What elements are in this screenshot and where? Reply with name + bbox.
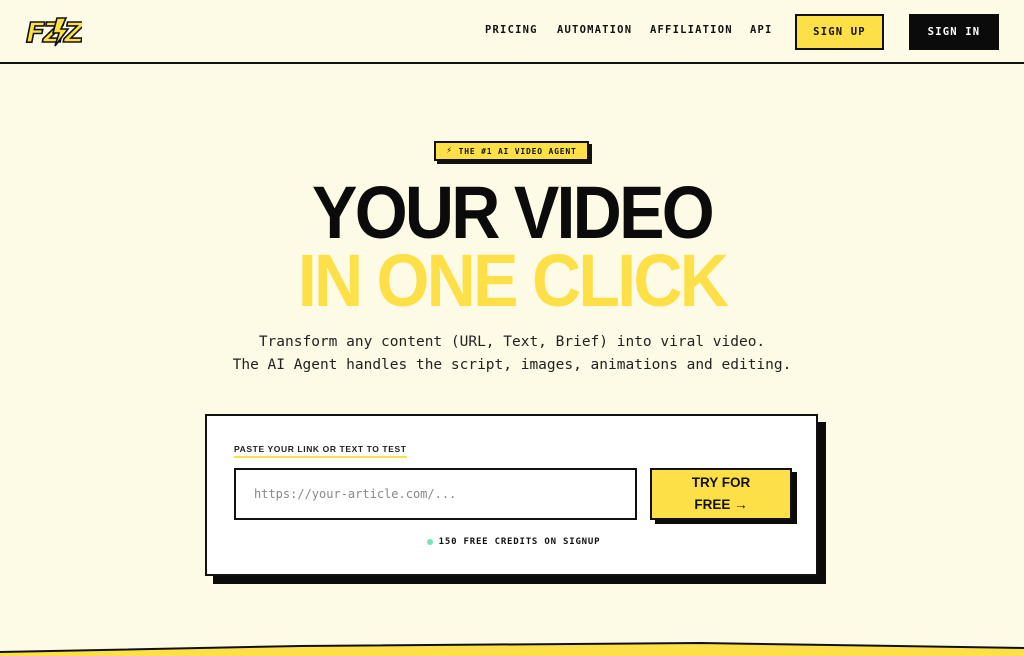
hero-subtitle-line2: The AI Agent handles the script, images,… [232,357,792,373]
sign-up-button[interactable]: SIGN UP [795,14,884,50]
try-button-line2: FREE → [694,497,748,512]
hero-badge-label: THE #1 AI VIDEO AGENT [458,146,577,156]
nav-link-affiliation[interactable]: AFFILIATION [650,24,733,36]
hero-title-line2: IN ONE CLICK [297,239,729,322]
try-button-line1: TRY FOR [691,475,751,490]
input-label: PASTE YOUR LINK OR TEXT TO TEST [234,444,407,458]
sign-in-button[interactable]: SIGN IN [909,14,999,50]
nav-link-api[interactable]: API [750,24,773,36]
url-input[interactable] [234,468,637,520]
top-nav: FZ Z PRICING AUTOMATION AFFILIATION API … [0,0,1024,64]
svg-text:Z: Z [63,16,82,48]
credits-note: 150 FREE CREDITS ON SIGNUP [207,537,820,547]
try-card: PASTE YOUR LINK OR TEXT TO TEST TRY FOR … [205,414,818,576]
bottom-stripe [0,641,1024,656]
logo[interactable]: FZ Z [24,14,82,48]
nav-link-pricing[interactable]: PRICING [485,24,538,36]
bolt-icon: ⚡ [446,146,453,156]
hero-badge: ⚡ THE #1 AI VIDEO AGENT [434,141,589,161]
try-for-free-button[interactable]: TRY FOR FREE → [650,468,792,520]
hero-subtitle-line1: Transform any content (URL, Text, Brief)… [258,334,766,350]
nav-link-automation[interactable]: AUTOMATION [557,24,632,36]
status-dot-icon [426,539,433,545]
credits-note-text: 150 FREE CREDITS ON SIGNUP [438,537,601,547]
